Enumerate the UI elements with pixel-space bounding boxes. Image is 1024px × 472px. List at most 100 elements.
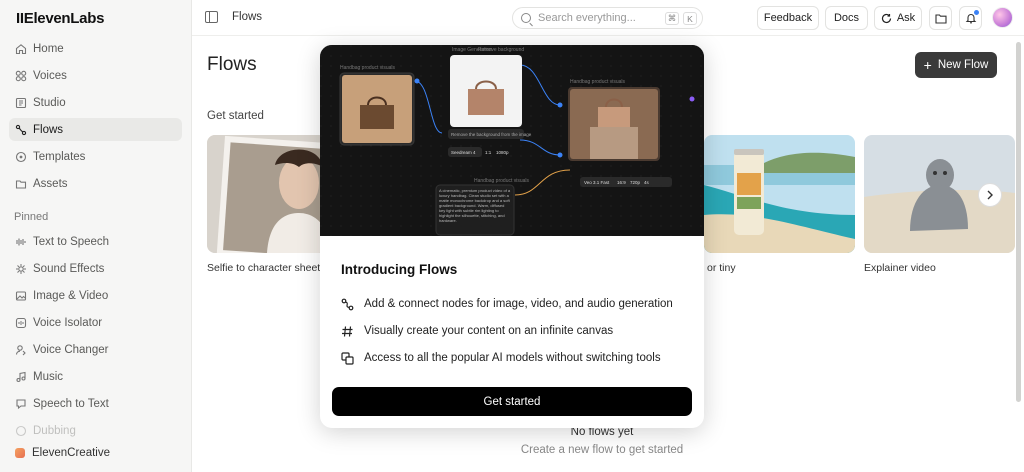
new-flow-button[interactable]: + New Flow bbox=[915, 52, 997, 78]
dubbing-icon bbox=[15, 425, 27, 437]
sidebar-item-flows[interactable]: Flows bbox=[9, 118, 182, 141]
ask-icon bbox=[881, 13, 892, 24]
hero-label-remove: Remove background bbox=[478, 47, 524, 53]
new-flow-label: New Flow bbox=[937, 59, 989, 71]
introducing-flows-modal: Handbag product visuals Image Generation… bbox=[320, 45, 704, 428]
pinned-nav: Text to Speech Sound Effects Image & Vid… bbox=[9, 230, 182, 446]
ask-button[interactable]: Ask bbox=[874, 6, 922, 30]
workspace-name: ElevenCreative bbox=[32, 447, 110, 459]
feature-text: Add & connect nodes for image, video, an… bbox=[364, 298, 673, 310]
sidebar-item-studio[interactable]: Studio bbox=[9, 91, 182, 114]
topbar: Flows Search everything... ⌘ K Feedback … bbox=[192, 0, 1024, 36]
nodes-icon bbox=[341, 298, 354, 311]
app-logo[interactable]: IIElevenLabs bbox=[16, 10, 104, 27]
feature-item-models: Access to all the popular AI models with… bbox=[341, 350, 661, 366]
feedback-button[interactable]: Feedback bbox=[757, 6, 819, 30]
kbd-k: K bbox=[683, 12, 697, 25]
avatar[interactable] bbox=[992, 7, 1013, 28]
plus-icon: + bbox=[923, 57, 932, 73]
sidebar-item-label: Voice Isolator bbox=[33, 316, 103, 329]
search-icon bbox=[521, 13, 531, 23]
hero-label-product: Handbag product visuals bbox=[340, 65, 396, 71]
scrollbar[interactable] bbox=[1016, 36, 1021, 472]
folder-button[interactable] bbox=[929, 6, 952, 30]
sidebar-item-dubbing[interactable]: Dubbing bbox=[9, 419, 182, 442]
selfie-image bbox=[207, 135, 327, 253]
sidebar-item-music[interactable]: Music bbox=[9, 365, 182, 388]
beach-can-image bbox=[704, 135, 855, 253]
sidebar-item-voice-isolator[interactable]: Voice Isolator bbox=[9, 311, 182, 334]
voices-icon bbox=[15, 70, 27, 82]
sidebar-item-speech-to-text[interactable]: Speech to Text bbox=[9, 392, 182, 415]
models-icon bbox=[341, 351, 354, 365]
sidebar-item-image-video[interactable]: Image & Video bbox=[9, 284, 182, 307]
sidebar-item-label: Voices bbox=[33, 69, 67, 82]
feature-item-canvas: Visually create your content on an infin… bbox=[341, 323, 613, 339]
main-nav: Home Voices Studio Flows Templates Asset… bbox=[9, 37, 182, 199]
hero-chip-3: 1080p bbox=[496, 150, 509, 155]
voice-isolator-icon bbox=[15, 317, 27, 329]
get-started-heading: Get started bbox=[207, 110, 264, 122]
sidebar-item-label: Home bbox=[33, 42, 64, 55]
breadcrumb: Flows bbox=[232, 11, 263, 23]
hero-chip-4: Veo 3.1 Fast bbox=[584, 180, 610, 185]
workspace-icon bbox=[15, 448, 25, 458]
bell-icon bbox=[965, 10, 979, 24]
workspace-switcher[interactable]: ElevenCreative bbox=[9, 442, 182, 464]
assets-icon bbox=[15, 178, 27, 190]
sidebar-item-label: Sound Effects bbox=[33, 262, 105, 275]
hero-chip-6: 720p bbox=[630, 180, 641, 185]
scrollbar-thumb[interactable] bbox=[1016, 42, 1021, 402]
sidebar-item-label: Studio bbox=[33, 96, 66, 109]
sidebar: IIElevenLabs Home Voices Studio Flows Te… bbox=[0, 0, 192, 472]
sidebar-item-label: Speech to Text bbox=[33, 397, 109, 410]
template-card-selfie[interactable] bbox=[207, 135, 327, 253]
folder-icon bbox=[934, 13, 947, 24]
get-started-button[interactable]: Get started bbox=[332, 387, 692, 416]
feature-item-nodes: Add & connect nodes for image, video, an… bbox=[341, 296, 673, 312]
empty-state-subtitle: Create a new flow to get started bbox=[520, 444, 684, 456]
chevron-right-icon bbox=[986, 190, 994, 200]
sidebar-item-label: Assets bbox=[33, 177, 68, 190]
template-card-product[interactable] bbox=[704, 135, 855, 253]
template-label-explainer: Explainer video bbox=[864, 262, 936, 274]
sidebar-item-voice-changer[interactable]: Voice Changer bbox=[9, 338, 182, 361]
sidebar-item-home[interactable]: Home bbox=[9, 37, 182, 60]
flows-canvas-preview: Handbag product visuals Image Generation… bbox=[320, 45, 704, 236]
modal-hero-illustration: Handbag product visuals Image Generation… bbox=[320, 45, 704, 236]
docs-button[interactable]: Docs bbox=[825, 6, 868, 30]
voice-changer-icon bbox=[15, 344, 27, 356]
modal-title: Introducing Flows bbox=[341, 262, 458, 277]
sidebar-item-label: Flows bbox=[33, 123, 64, 136]
ask-label: Ask bbox=[896, 12, 916, 24]
hero-chip-2: 1:1 bbox=[485, 150, 492, 155]
sidebar-item-assets[interactable]: Assets bbox=[9, 172, 182, 195]
sidebar-item-voices[interactable]: Voices bbox=[9, 64, 182, 87]
sidebar-item-label: Dubbing bbox=[33, 424, 76, 437]
speech-to-text-icon bbox=[15, 398, 27, 410]
hero-chip-5: 16:9 bbox=[617, 180, 626, 185]
search-input[interactable]: Search everything... ⌘ K bbox=[512, 7, 703, 29]
notifications-button[interactable] bbox=[959, 6, 982, 30]
feature-text: Access to all the popular AI models with… bbox=[364, 352, 661, 364]
sidebar-item-label: Image & Video bbox=[33, 289, 109, 302]
templates-icon bbox=[15, 151, 27, 163]
pinned-heading: Pinned bbox=[14, 211, 49, 223]
sidebar-item-templates[interactable]: Templates bbox=[9, 145, 182, 168]
flows-icon bbox=[15, 124, 27, 136]
carousel-next-button[interactable] bbox=[978, 183, 1002, 207]
hero-prompt-text: A cinematic, premium product video of a … bbox=[439, 188, 511, 223]
kbd-cmd: ⌘ bbox=[665, 12, 679, 25]
template-label-selfie: Selfie to character sheet bbox=[207, 262, 321, 274]
sidebar-item-label: Text to Speech bbox=[33, 235, 110, 248]
studio-icon bbox=[15, 97, 27, 109]
template-label-product: or tiny bbox=[707, 262, 736, 274]
image-video-icon bbox=[15, 290, 27, 302]
sidebar-item-label: Voice Changer bbox=[33, 343, 109, 356]
sidebar-item-text-to-speech[interactable]: Text to Speech bbox=[9, 230, 182, 253]
hero-label-prompt: Handbag product visuals bbox=[474, 178, 530, 184]
sidebar-item-sound-effects[interactable]: Sound Effects bbox=[9, 257, 182, 280]
hero-chip-7: 4s bbox=[644, 180, 650, 185]
sidebar-toggle-icon[interactable] bbox=[205, 11, 218, 23]
hash-icon bbox=[341, 325, 354, 338]
